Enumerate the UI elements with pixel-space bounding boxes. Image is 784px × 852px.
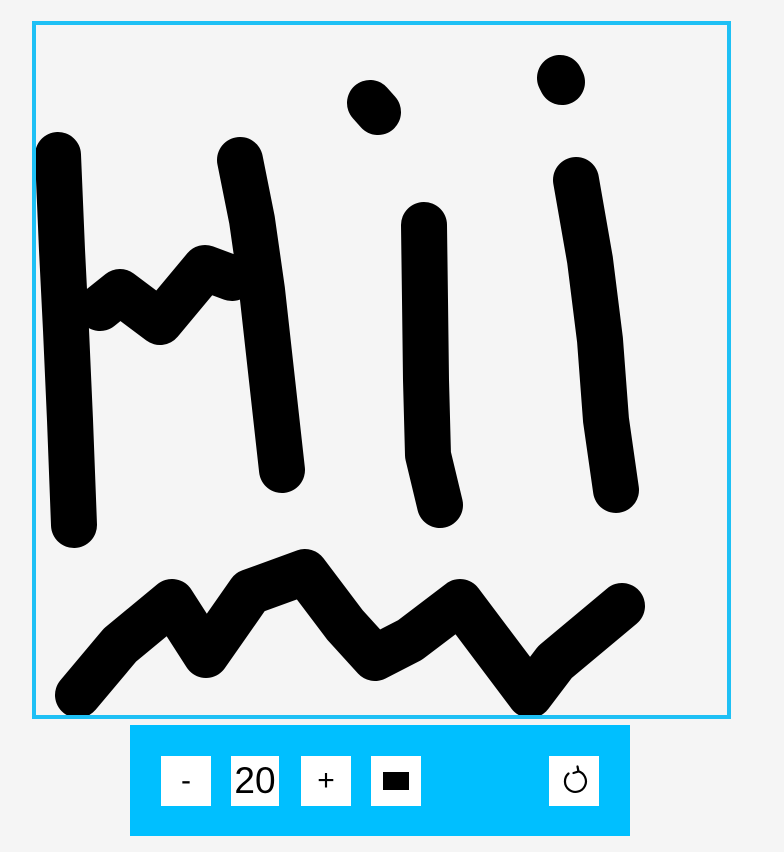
brush-size-value: 20 xyxy=(234,760,276,801)
stroke-i2-body xyxy=(553,157,639,513)
increase-size-label: + xyxy=(317,764,335,797)
stroke-h-bridge xyxy=(77,245,255,345)
stroke-i2-dot xyxy=(537,55,585,105)
decrease-size-label: - xyxy=(181,764,191,797)
increase-size-button[interactable]: + xyxy=(301,756,351,806)
stroke-zigzag xyxy=(55,549,645,715)
stroke-i1-dot xyxy=(347,80,401,135)
brush-toolbar: - 20 + xyxy=(130,725,630,836)
stroke-i1-body xyxy=(401,202,463,528)
brush-size-display: 20 xyxy=(231,756,279,806)
color-swatch-button[interactable] xyxy=(371,756,421,806)
drawing-strokes xyxy=(36,55,645,715)
stroke-h-right xyxy=(217,137,305,493)
reset-canvas-button[interactable] xyxy=(549,756,599,806)
stroke-h-left xyxy=(36,132,97,548)
refresh-icon xyxy=(563,765,588,793)
drawing-canvas[interactable] xyxy=(32,21,731,719)
decrease-size-button[interactable]: - xyxy=(161,756,211,806)
filled-square-icon xyxy=(383,772,409,790)
